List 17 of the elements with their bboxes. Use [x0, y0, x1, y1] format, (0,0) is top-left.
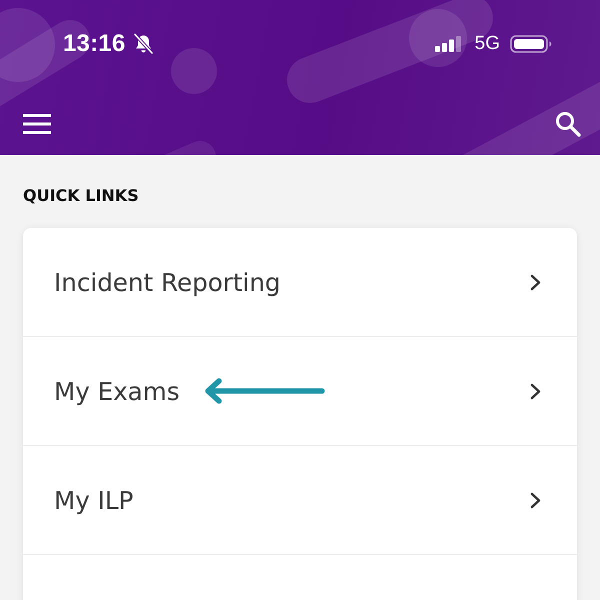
search-icon — [555, 111, 581, 137]
chevron-right-icon — [530, 274, 541, 290]
quick-link-item[interactable]: My Exams — [23, 337, 577, 446]
quick-link-item[interactable]: My ILP — [23, 446, 577, 555]
menu-button[interactable] — [23, 114, 51, 134]
search-button[interactable] — [555, 111, 581, 137]
chevron-right-icon — [530, 382, 541, 400]
signal-icon — [434, 36, 462, 52]
decorative-circle — [171, 48, 217, 94]
status-time: 13:16 — [63, 30, 126, 58]
menu-icon — [23, 114, 51, 134]
decorative-circle — [409, 9, 467, 67]
battery-icon — [510, 35, 552, 53]
section-title: QUICK LINKS — [23, 185, 139, 206]
network-type: 5G — [474, 33, 500, 55]
quick-link-item[interactable]: Incident Reporting — [23, 228, 577, 337]
chevron-right-icon — [530, 492, 541, 508]
